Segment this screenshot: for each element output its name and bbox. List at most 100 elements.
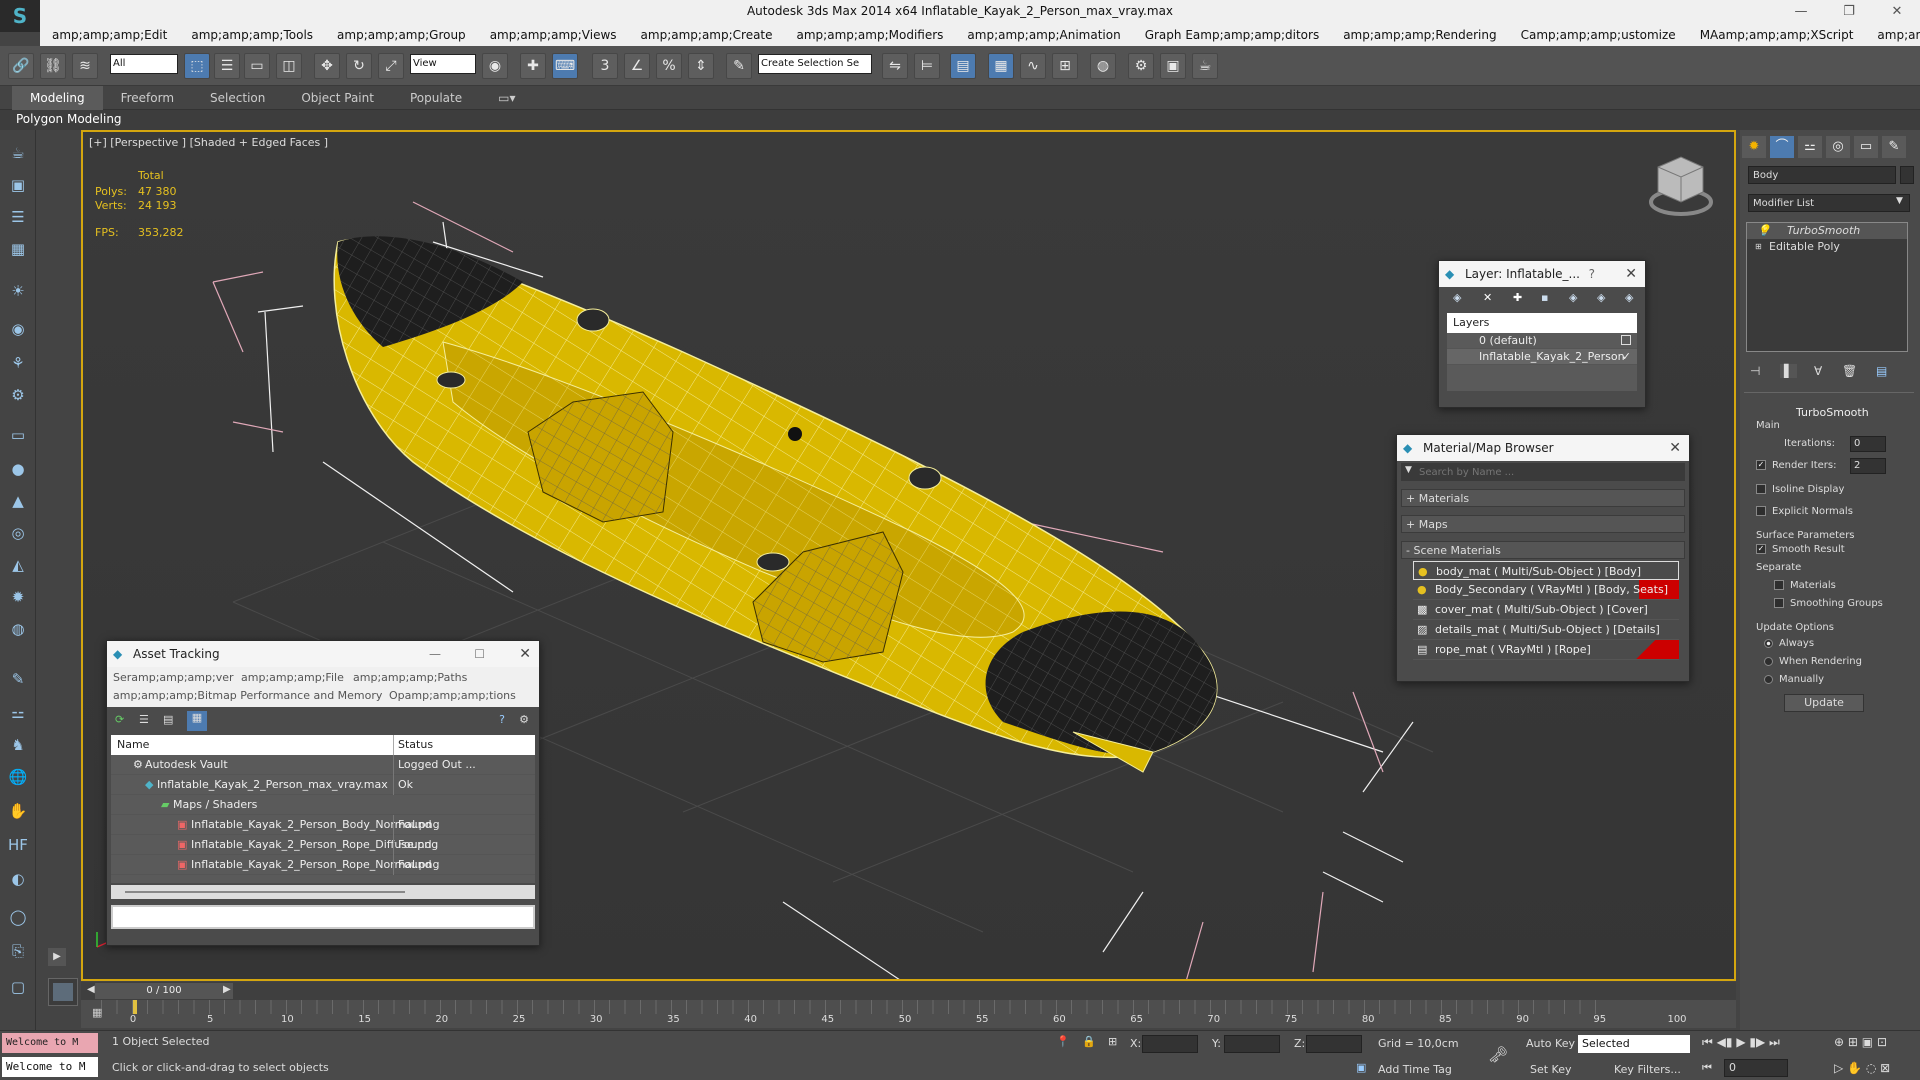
- menu-maxscript[interactable]: MAamp;amp;amp;XScript: [1688, 28, 1866, 42]
- layer-window-header[interactable]: ◆ Layer: Inflatable_... ? ✕: [1439, 261, 1645, 287]
- ref-coord-dropdown[interactable]: View: [410, 54, 476, 74]
- when-rendering-radio[interactable]: [1764, 656, 1773, 666]
- render-setup-icon[interactable]: ⚙: [1128, 53, 1154, 79]
- asset-tracking-header[interactable]: ◆ Asset Tracking — ☐ ✕: [107, 641, 539, 667]
- teapot-icon[interactable]: ☕: [6, 144, 30, 166]
- table-view-icon[interactable]: ▤: [163, 713, 173, 726]
- time-slider-thumb[interactable]: 0 / 100: [95, 983, 233, 999]
- modify-tab-icon[interactable]: ⌒: [1770, 136, 1794, 158]
- absolute-mode-icon[interactable]: ⊞: [1108, 1035, 1117, 1048]
- smooth-result-checkbox[interactable]: ✓: [1756, 544, 1766, 554]
- explicit-normals-row[interactable]: Explicit Normals: [1756, 506, 1853, 517]
- menu-views[interactable]: amp;amp;amp;Views: [478, 28, 629, 42]
- move-icon[interactable]: ✥: [314, 53, 340, 79]
- vault-settings-icon[interactable]: ⚙: [519, 713, 529, 726]
- x-coordinate-field[interactable]: [1142, 1035, 1198, 1053]
- table-row[interactable]: ▣ Inflatable_Kayak_2_Person_Rope_Diffuse.…: [111, 835, 535, 855]
- bind-spacewarp-icon[interactable]: ≋: [72, 53, 98, 79]
- tab-freeform[interactable]: Freeform: [103, 86, 192, 110]
- show-end-result-icon[interactable]: ▌: [1780, 364, 1798, 378]
- asset-menu-file[interactable]: amp;amp;amp;File: [241, 671, 344, 684]
- object-color-swatch[interactable]: [1900, 166, 1914, 184]
- pan-icon[interactable]: ✋: [1847, 1061, 1862, 1075]
- bulb-icon[interactable]: 💡: [1757, 223, 1771, 239]
- add-time-tag[interactable]: Add Time Tag: [1378, 1063, 1452, 1076]
- ribbon-options-icon[interactable]: ▭▾: [480, 86, 533, 110]
- group-scene-materials[interactable]: - Scene Materials: [1401, 541, 1685, 559]
- search-dropdown-icon[interactable]: ▼: [1405, 465, 1412, 475]
- turbosmooth-rollout-title[interactable]: TurboSmooth: [1796, 406, 1869, 419]
- asset-maximize-button[interactable]: ☐: [474, 641, 485, 667]
- materials-checkbox[interactable]: [1774, 580, 1784, 590]
- named-selection-dropdown[interactable]: Create Selection Se: [758, 54, 872, 74]
- always-radio[interactable]: [1764, 638, 1773, 648]
- pyramid-icon[interactable]: ◭: [6, 556, 30, 578]
- auto-key-button[interactable]: Auto Key: [1526, 1037, 1575, 1050]
- percent-snap-icon[interactable]: %: [656, 53, 682, 79]
- material-editor-icon[interactable]: ◍: [1090, 53, 1116, 79]
- manually-row[interactable]: Manually: [1764, 674, 1824, 685]
- zoom-extents-all-icon[interactable]: ⊡: [1877, 1035, 1887, 1049]
- z-coordinate-field[interactable]: [1306, 1035, 1362, 1053]
- go-to-end-icon[interactable]: ⏭: [1769, 1035, 1780, 1049]
- group-maps[interactable]: + Maps: [1401, 515, 1685, 533]
- group-materials[interactable]: + Materials: [1401, 489, 1685, 507]
- app-logo-icon[interactable]: S: [0, 0, 40, 32]
- unlink-icon[interactable]: ⛓: [40, 53, 66, 79]
- menu-group[interactable]: amp;amp;amp;Group: [325, 28, 478, 42]
- skin-icon[interactable]: ◐: [6, 870, 30, 892]
- material-browser-close-icon[interactable]: ✕: [1669, 435, 1681, 461]
- display-tab-icon[interactable]: ▭: [1854, 136, 1878, 158]
- render-production-icon[interactable]: ☕: [1192, 53, 1218, 79]
- keyboard-shortcut-icon[interactable]: ⌨: [552, 53, 578, 79]
- zoom-icon[interactable]: ⊕: [1834, 1035, 1844, 1049]
- spacewarp-icon[interactable]: ⚙: [6, 386, 30, 408]
- layer-row-kayak[interactable]: Inflatable_Kayak_2_Person ✓: [1447, 349, 1637, 365]
- table-row[interactable]: ▣ Inflatable_Kayak_2_Person_Body_Normal.p…: [111, 815, 535, 835]
- orbit-icon[interactable]: ◌: [1866, 1061, 1876, 1075]
- pivot-center-icon[interactable]: ◉: [482, 53, 508, 79]
- isoline-checkbox[interactable]: [1756, 484, 1766, 494]
- modifier-list-dropdown[interactable]: Modifier List: [1748, 194, 1910, 212]
- time-slider-next-icon[interactable]: ▶: [223, 984, 231, 995]
- mirror-icon[interactable]: ⇋: [882, 53, 908, 79]
- refresh-icon[interactable]: ⟳: [115, 713, 124, 726]
- key-icon[interactable]: 🗝: [1488, 1045, 1508, 1064]
- helper-icon[interactable]: ⚘: [6, 354, 30, 376]
- menu-tools[interactable]: amp;amp;amp;Tools: [179, 28, 325, 42]
- material-item[interactable]: ▨ details_mat ( Multi/Sub-Object ) [Detai…: [1413, 620, 1679, 640]
- smooth-result-row[interactable]: ✓ Smooth Result: [1756, 544, 1845, 555]
- layer-highlight-icon[interactable]: ◈: [1569, 291, 1577, 304]
- menu-customize[interactable]: Camp;amp;amp;ustomize: [1509, 28, 1688, 42]
- expand-arrow-icon[interactable]: ▶: [48, 948, 66, 966]
- asset-menu-options[interactable]: Opamp;amp;amp;tions: [389, 689, 516, 702]
- script-icon[interactable]: ▢: [6, 978, 30, 1000]
- render-iters-checkbox[interactable]: ✓: [1756, 460, 1766, 470]
- lock-selection-icon[interactable]: 🔒: [1082, 1035, 1096, 1048]
- column-status[interactable]: Status: [393, 735, 433, 755]
- spinner-snap-icon[interactable]: ⇕: [688, 53, 714, 79]
- stack-item-editable-poly[interactable]: ⊞ Editable Poly: [1747, 239, 1907, 255]
- mini-curve-toggle[interactable]: [48, 978, 78, 1006]
- xref-icon[interactable]: ⎘: [6, 942, 30, 964]
- current-layer-icon[interactable]: [1621, 335, 1631, 345]
- render-icon[interactable]: ▣: [6, 176, 30, 198]
- isolate-icon[interactable]: 📍: [1056, 1035, 1070, 1048]
- tab-modeling[interactable]: Modeling: [12, 85, 103, 110]
- render-iters-row[interactable]: ✓ Render Iters:: [1756, 460, 1837, 471]
- expand-plus-icon[interactable]: ⊞: [1755, 239, 1762, 255]
- box-icon[interactable]: ▭: [6, 426, 30, 448]
- material-browser-header[interactable]: ◆ Material/Map Browser ✕: [1397, 435, 1689, 461]
- dropdown-arrow-icon[interactable]: ▼: [1896, 196, 1903, 206]
- table-row[interactable]: ⚙ Autodesk Vault Logged Out ...: [111, 755, 535, 775]
- layer-freeze-icon[interactable]: ◈: [1625, 291, 1633, 304]
- sphere-icon[interactable]: ●: [6, 460, 30, 482]
- prev-frame-icon[interactable]: ◀▮: [1717, 1035, 1733, 1049]
- tab-selection[interactable]: Selection: [192, 86, 283, 110]
- motion-tab-icon[interactable]: ◎: [1826, 136, 1850, 158]
- create-tab-icon[interactable]: ✹: [1742, 136, 1766, 158]
- maxscript-listener[interactable]: Welcome to M: [2, 1033, 98, 1053]
- next-frame-icon[interactable]: ▮▶: [1749, 1035, 1765, 1049]
- maximize-viewport-icon[interactable]: ⊠: [1880, 1061, 1890, 1075]
- layer-select-icon[interactable]: ▪: [1541, 291, 1548, 304]
